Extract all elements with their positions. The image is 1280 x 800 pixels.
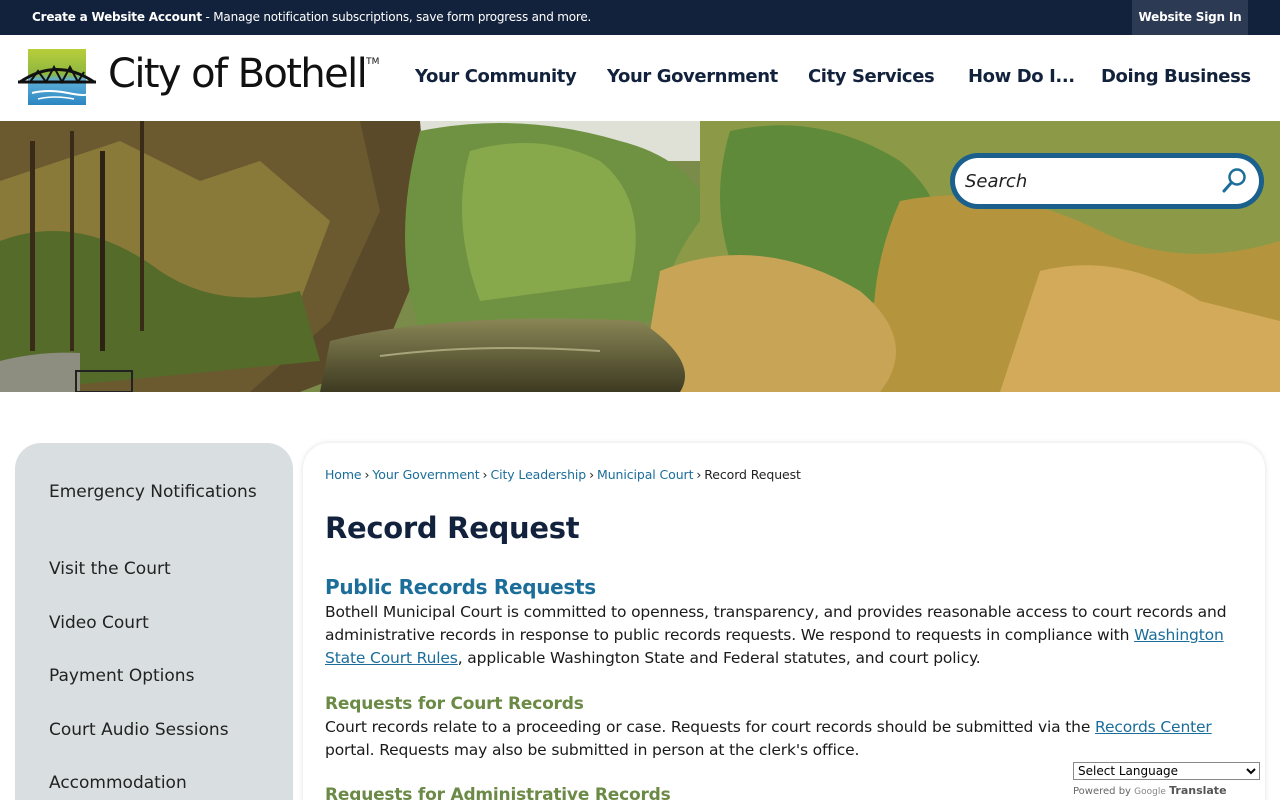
breadcrumb-current: Record Request	[704, 467, 801, 482]
create-account-banner[interactable]: Create a Website Account - Manage notifi…	[32, 10, 591, 24]
bridge-logo-icon	[18, 49, 96, 105]
administrative-records-heading: Requests for Administrative Records	[325, 785, 671, 800]
search-submit-button[interactable]	[1221, 166, 1249, 196]
sidebar-item-emergency-notifications[interactable]: Emergency Notifications	[49, 480, 269, 505]
website-sign-in-button[interactable]: Website Sign In	[1132, 0, 1248, 35]
city-logo[interactable]: City of BothellTM	[18, 47, 390, 107]
court-records-heading: Requests for Court Records	[325, 694, 584, 714]
search-box	[950, 153, 1264, 209]
language-select[interactable]: Select Language	[1073, 762, 1260, 780]
breadcrumb: Home › Your Government › City Leadership › Mun…	[325, 467, 801, 482]
nav-city-services[interactable]: City Services	[808, 66, 935, 87]
public-records-text: Bothell Municipal Court is committed to …	[325, 603, 1227, 644]
google-translate-widget: Select Language Powered by Google Transl…	[1073, 760, 1263, 797]
search-field-container	[955, 158, 1259, 204]
nav-doing-business[interactable]: Doing Business	[1101, 66, 1251, 87]
sidebar-item-payment-options[interactable]: Payment Options	[49, 664, 269, 689]
logo-wordmark: City of BothellTM	[108, 51, 379, 97]
main-content: Home › Your Government › City Leadership › Mun…	[303, 443, 1265, 800]
breadcrumb-municipal-court[interactable]: Municipal Court	[597, 467, 693, 482]
breadcrumb-separator: ›	[589, 467, 595, 482]
court-records-text: Court records relate to a proceeding or …	[325, 718, 1096, 736]
create-account-description: - Manage notification subscriptions, sav…	[201, 10, 592, 24]
nav-your-community[interactable]: Your Community	[415, 66, 577, 87]
search-icon	[1222, 168, 1246, 193]
public-records-paragraph: Bothell Municipal Court is committed to …	[325, 601, 1245, 670]
breadcrumb-separator: ›	[364, 467, 370, 482]
sidebar-item-accommodation[interactable]: Accommodation	[49, 771, 269, 796]
public-records-text-end: , applicable Washington State and Federa…	[457, 649, 981, 667]
powered-by-google-translate: Powered by Google Translate	[1073, 784, 1227, 797]
breadcrumb-home[interactable]: Home	[325, 467, 362, 482]
translate-link[interactable]: Translate	[1169, 784, 1226, 797]
breadcrumb-separator: ›	[696, 467, 702, 482]
trademark: TM	[366, 57, 380, 67]
powered-by-text: Powered by	[1073, 786, 1131, 797]
breadcrumb-city-leadership[interactable]: City Leadership	[490, 467, 586, 482]
records-center-link[interactable]: Records Center	[1095, 718, 1212, 736]
logo-text: City of Bothell	[108, 51, 368, 97]
court-records-text-end: portal. Requests may also be submitted i…	[325, 741, 860, 759]
create-account-link[interactable]: Create a Website Account	[32, 10, 202, 24]
breadcrumb-separator: ›	[482, 467, 488, 482]
sidebar-item-visit-the-court[interactable]: Visit the Court	[49, 557, 269, 582]
sidebar-item-court-audio-sessions[interactable]: Court Audio Sessions	[49, 718, 269, 743]
nav-how-do-i[interactable]: How Do I...	[968, 66, 1075, 87]
page-title: Record Request	[325, 511, 580, 545]
utility-bar: Create a Website Account - Manage notifi…	[0, 0, 1280, 35]
court-records-paragraph: Court records relate to a proceeding or …	[325, 716, 1245, 762]
sidebar-item-video-court[interactable]: Video Court	[49, 611, 269, 636]
google-logo: Google	[1134, 787, 1166, 797]
breadcrumb-your-government[interactable]: Your Government	[372, 467, 479, 482]
public-records-heading: Public Records Requests	[325, 575, 596, 599]
nav-your-government[interactable]: Your Government	[607, 66, 778, 87]
search-input[interactable]	[965, 165, 1215, 197]
sidebar-nav: Emergency Notifications Visit the Court …	[15, 443, 293, 800]
site-header: City of BothellTM Your Community Your Go…	[0, 35, 1280, 121]
